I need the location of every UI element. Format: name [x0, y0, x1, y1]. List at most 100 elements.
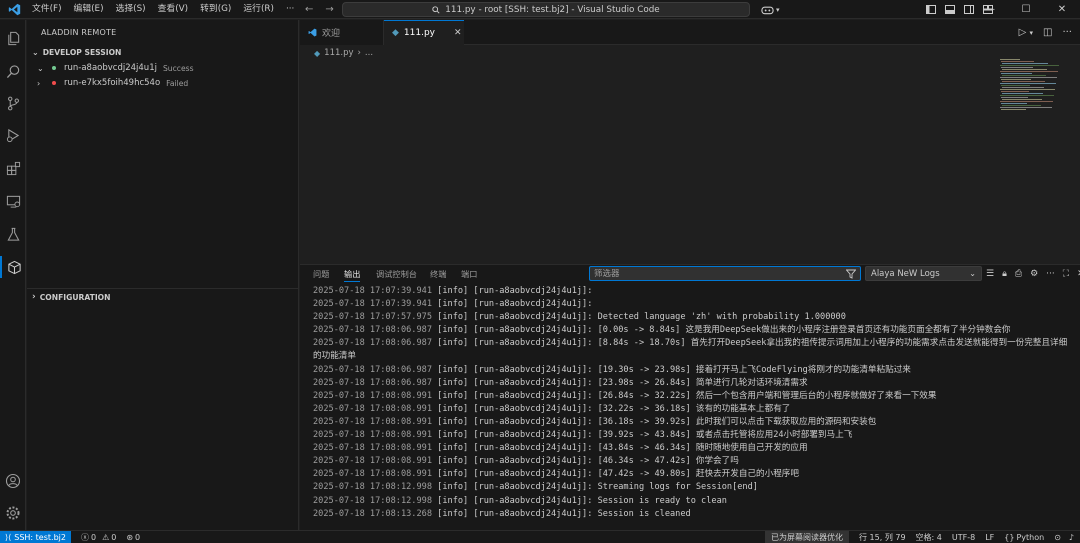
command-center[interactable]: 111.py - root [SSH: test.bj2] - Visual S… — [342, 2, 750, 17]
maximize-icon[interactable]: ☐ — [1008, 0, 1044, 19]
menu-item[interactable]: 转到(G) — [194, 0, 237, 19]
output-log[interactable]: 2025-07-18 17:07:39.941 [info] [run-a8ao… — [313, 285, 1073, 521]
aladdin-remote-icon[interactable] — [0, 256, 26, 278]
tab-ports[interactable]: 端口 — [461, 268, 477, 280]
toggle-panel-icon[interactable] — [945, 5, 955, 14]
panel-actions: ☰ 🔒︎ ⎙ ⚙ ··· ⛶ ✕ — [986, 265, 1080, 283]
run-and-debug-icon[interactable] — [0, 124, 26, 146]
filter-funnel-icon[interactable] — [846, 269, 856, 279]
tab-111-py[interactable]: ◆ 111.py ✕ — [384, 20, 464, 45]
clear-output-icon[interactable]: ☰ — [986, 269, 994, 279]
maximize-panel-icon[interactable]: ⛶ — [1063, 269, 1069, 279]
menu-item[interactable]: 编辑(E) — [68, 0, 110, 19]
more-actions-icon[interactable]: ··· — [1062, 27, 1072, 38]
code-line[interactable]: 6 compute_type="int8_float16" 量化为8位 — [300, 89, 1000, 102]
cursor-position[interactable]: 行 15, 列 79 — [859, 532, 906, 543]
tab-output[interactable]: 输出 — [344, 268, 361, 282]
problems-indicator[interactable]: ⓧ 0 ⚠ 0 — [81, 532, 116, 543]
remote-explorer-icon[interactable] — [0, 190, 26, 212]
copilot-icon[interactable]: ▾ — [761, 0, 780, 19]
run-item-failed[interactable]: › run-e7kx5foih49hc54o Failed — [37, 76, 188, 90]
open-output-editor-icon[interactable]: ⎙ — [1015, 269, 1022, 279]
more-panel-actions-icon[interactable]: ··· — [1046, 269, 1055, 279]
breadcrumb-file[interactable]: 111.py — [324, 48, 353, 58]
menu-item[interactable]: 文件(F) — [26, 0, 68, 19]
settings-gear-icon[interactable]: ⚙ — [1030, 269, 1038, 279]
code-text: device="cuda" 指定使用cuda — [346, 78, 474, 89]
log-message: [info] [run-a8aobvcdj24j4u1j]: [23.98s -… — [432, 377, 808, 388]
code-line[interactable]: 12 #model = WhisperModel(r'D:\Mycode\TTS_… — [300, 167, 1000, 180]
indentation[interactable]: 空格: 4 — [916, 532, 942, 543]
source-control-icon[interactable] — [0, 92, 26, 114]
extensions-icon[interactable] — [0, 157, 26, 179]
code-line[interactable]: 4 model_size_or_path=path 指定加载模型路径 — [300, 63, 1000, 76]
code-line[interactable]: 15 # model = WhisperModel(model_size, dev… — [300, 206, 1000, 219]
close-window-icon[interactable]: ✕ — [1044, 0, 1080, 19]
ports-indicator[interactable]: ⊛ 0 — [126, 533, 140, 542]
tab-terminal[interactable]: 终端 — [430, 268, 446, 280]
manage-gear-icon[interactable] — [0, 502, 26, 524]
code-line[interactable]: 18 — [300, 245, 1000, 258]
toggle-primary-sidebar-icon[interactable] — [926, 5, 936, 14]
code-line[interactable]: 14 # or run on GPU with INT8 — [300, 193, 1000, 206]
breadcrumb-symbol[interactable]: ... — [365, 48, 373, 58]
menu-item[interactable]: ··· — [280, 0, 300, 19]
testing-flask-icon[interactable] — [0, 223, 26, 245]
log-line: 2025-07-18 17:08:12.998 [info] [run-a8ao… — [313, 481, 1073, 494]
configuration-section-header[interactable]: › CONFIGURATION — [32, 292, 110, 302]
encoding[interactable]: UTF-8 — [952, 533, 975, 542]
split-editor-icon[interactable]: ◫ — [1043, 27, 1052, 38]
filter-input[interactable] — [594, 268, 834, 279]
remote-indicator[interactable]: ⟩⟨ SSH: test.bj2 — [0, 530, 71, 543]
breadcrumb: ◆ 111.py › ... — [314, 46, 373, 60]
notifications-bell-icon[interactable]: ♪ — [1069, 533, 1074, 542]
minimap-line — [1002, 81, 1045, 82]
bottom-panel: 问题 输出 调试控制台 终端 端口 Alaya NeW Logs ⌄ ☰ 🔒︎ … — [300, 264, 1080, 530]
code-line[interactable]: 10 ''' — [300, 141, 1000, 154]
code-line[interactable]: 7 language="zh" 指定音频语言 — [300, 102, 1000, 115]
forward-arrow-icon[interactable]: → — [325, 4, 333, 15]
explorer-icon[interactable] — [0, 27, 26, 49]
minimap-line — [1000, 83, 1056, 84]
accounts-icon[interactable] — [0, 470, 26, 492]
tab-problems[interactable]: 问题 — [313, 268, 329, 280]
code-line[interactable]: 11 # Run on GPU with FP16 — [300, 154, 1000, 167]
log-line: 2025-07-18 17:07:39.941 [info] [run-a8ao… — [313, 285, 1073, 298]
tab-welcome[interactable]: 欢迎 — [300, 20, 384, 45]
end-of-line[interactable]: LF — [985, 533, 994, 542]
code-line[interactable]: 9 vad_parameters=dict(min_silence_duratio… — [300, 128, 1000, 141]
develop-session-section-header[interactable]: ⌄ DEVELOP SESSION — [32, 48, 121, 57]
minimap-line — [1001, 109, 1026, 110]
line-number: 6 — [322, 90, 328, 101]
menu-item[interactable]: 查看(V) — [152, 0, 194, 19]
lock-scroll-icon[interactable]: 🔒︎ — [1002, 269, 1007, 279]
copilot-status-icon[interactable]: ⊙ — [1054, 533, 1061, 542]
back-arrow-icon[interactable]: ← — [305, 4, 313, 15]
line-number: 10 — [317, 142, 328, 153]
minimap-line — [1001, 61, 1034, 62]
vscode-icon — [308, 28, 317, 37]
code-line[interactable]: 13 — [300, 180, 1000, 193]
language-mode[interactable]: {} Python — [1004, 533, 1044, 542]
minimap[interactable] — [1000, 59, 1068, 119]
status-bar: ⟩⟨ SSH: test.bj2 ⓧ 0 ⚠ 0 ⊛ 0 已为屏幕阅读器优化 行 15… — [0, 530, 1080, 543]
minimize-icon[interactable]: — — [972, 0, 1008, 19]
minimap-line — [1000, 77, 1057, 78]
menu-item[interactable]: 运行(R) — [237, 0, 280, 19]
code-line[interactable]: 8 vad_filter=True 开启vad — [300, 115, 1000, 128]
tab-debug-console[interactable]: 调试控制台 — [376, 268, 417, 280]
run-item-success[interactable]: ⌄ run-a8aobvcdj24j4u1j Success — [37, 61, 194, 75]
screen-reader-indicator[interactable]: 已为屏幕阅读器优化 — [765, 530, 850, 543]
code-line[interactable]: 5 device="cuda" 指定使用cuda — [300, 76, 1000, 89]
close-tab-icon[interactable]: ✕ — [454, 28, 462, 38]
search-activity-icon[interactable] — [0, 60, 26, 82]
run-python-file-icon[interactable]: ▷ ▾ — [1019, 27, 1033, 38]
code-line[interactable]: 3 model_size_or_path 可以是模型名称或路径 — [300, 50, 1000, 63]
log-message: [info] [run-a8aobvcdj24j4u1j]: — [432, 299, 593, 310]
code-line[interactable]: 16 # or run on CPU with INT8 — [300, 219, 1000, 232]
output-filter — [589, 266, 861, 281]
navigation-arrows: ← → — [305, 0, 334, 19]
code-line[interactable]: 17 model = WhisperModel(r'/model/faster-w… — [300, 232, 1000, 245]
menu-item[interactable]: 选择(S) — [110, 0, 152, 19]
output-channel-select[interactable]: Alaya NeW Logs ⌄ — [865, 266, 982, 281]
